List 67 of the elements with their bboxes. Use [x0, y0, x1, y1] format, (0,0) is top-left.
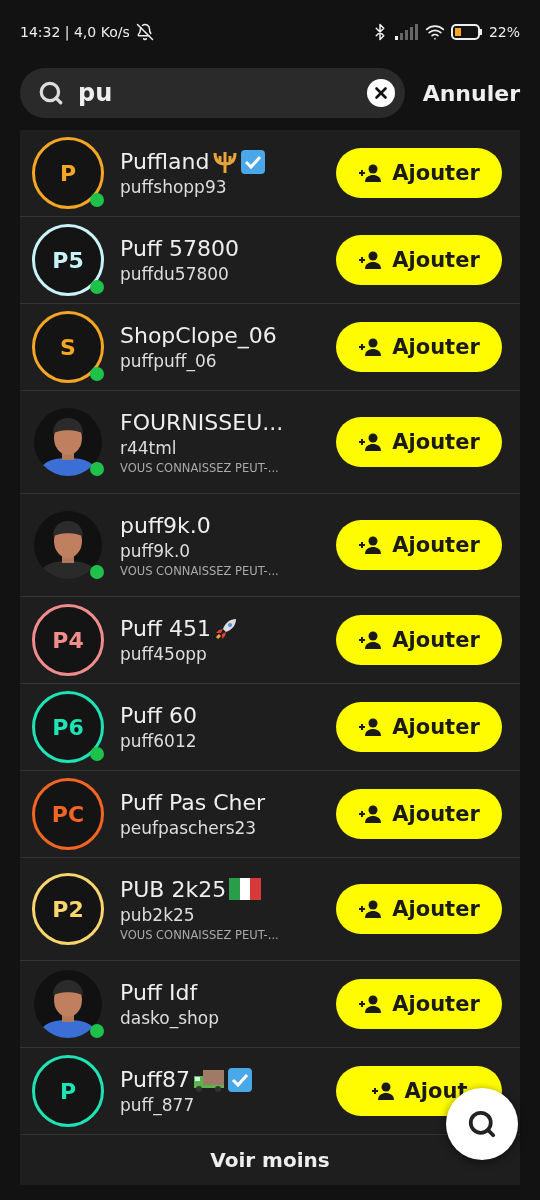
wifi-icon — [424, 22, 445, 42]
add-friend-icon — [370, 1082, 395, 1100]
username: puffshopp93 — [120, 177, 228, 197]
clear-button[interactable] — [366, 79, 395, 107]
add-friend-icon — [358, 900, 383, 918]
add-friend-icon — [358, 805, 383, 823]
add-friend-icon — [358, 631, 383, 649]
add-button[interactable]: Ajouter — [336, 884, 502, 934]
username: dasko_shop — [120, 1008, 221, 1028]
search-field[interactable]: pu — [20, 68, 405, 118]
display-name: Puff87 — [120, 1067, 190, 1092]
show-less-button[interactable]: Voir moins — [204, 1147, 336, 1173]
username: puff6012 — [120, 731, 198, 751]
add-button[interactable]: Ajouter — [336, 235, 502, 285]
add-button[interactable]: Ajouter — [336, 702, 502, 752]
add-button[interactable]: Ajouter — [336, 322, 502, 372]
battery-icon — [450, 24, 483, 40]
username: pub2k25 — [120, 904, 196, 925]
add-friend-icon — [358, 338, 383, 356]
username: puffdu57800 — [120, 264, 230, 284]
username: puff45opp — [120, 644, 208, 664]
search-input[interactable]: pu — [76, 78, 355, 108]
display-name: PUB 2k25 — [120, 876, 227, 902]
suggestion-label: VOUS CONNAISSEZ PEUT-... — [120, 460, 280, 475]
avatar[interactable]: P6 — [32, 691, 104, 763]
username: puff_877 — [120, 1095, 196, 1115]
display-name: Puff Pas Cher — [120, 790, 266, 815]
add-button[interactable]: Ajouter — [336, 417, 502, 467]
signal-icon — [394, 24, 419, 40]
avatar[interactable]: P5 — [32, 224, 104, 296]
status-time: 14:32 | 4,0 Ko/s — [20, 24, 130, 40]
add-friend-icon — [358, 164, 383, 182]
add-button[interactable]: Ajouter — [336, 615, 502, 665]
add-friend-icon — [358, 433, 383, 451]
bell-off-icon — [135, 23, 154, 41]
username: r44tml — [120, 437, 178, 458]
battery-percent: 22% — [488, 24, 520, 40]
add-button[interactable]: Ajouter — [336, 148, 502, 198]
display-name: Puff 60 — [120, 703, 197, 728]
add-friend-icon — [358, 251, 383, 269]
avatar[interactable]: P — [32, 1055, 104, 1127]
username: puff9k.0 — [120, 540, 192, 561]
display-name: ShopClope_06 — [120, 323, 277, 348]
search-icon — [38, 80, 64, 106]
add-button[interactable]: Ajouter — [336, 520, 502, 570]
avatar[interactable]: P — [32, 137, 104, 209]
add-friend-icon — [358, 536, 383, 554]
avatar[interactable]: P2 — [32, 873, 104, 945]
suggestion-label: VOUS CONNAISSEZ PEUT-... — [120, 927, 280, 942]
display-name: Puffland — [120, 149, 210, 174]
avatar[interactable]: P4 — [32, 604, 104, 676]
avatar[interactable]: PC — [32, 778, 104, 850]
avatar[interactable]: S — [32, 311, 104, 383]
display-name: FOURNISSEU... — [120, 409, 284, 435]
add-friend-icon — [358, 718, 383, 736]
display-name: puff9k.0 — [120, 512, 211, 538]
add-button[interactable]: Ajouter — [336, 979, 502, 1029]
add-button[interactable]: Ajouter — [336, 789, 502, 839]
display-name: Puff 57800 — [120, 236, 239, 261]
display-name: Puff Idf — [120, 980, 198, 1005]
cancel-button[interactable]: Annuler — [422, 80, 520, 106]
display-name: Puff 451 — [120, 616, 211, 641]
search-icon — [467, 1109, 497, 1139]
username: puffpuff_06 — [120, 351, 218, 371]
username: peufpaschers23 — [120, 818, 258, 838]
suggestion-label: VOUS CONNAISSEZ PEUT-... — [120, 563, 280, 578]
add-friend-icon — [358, 995, 383, 1013]
